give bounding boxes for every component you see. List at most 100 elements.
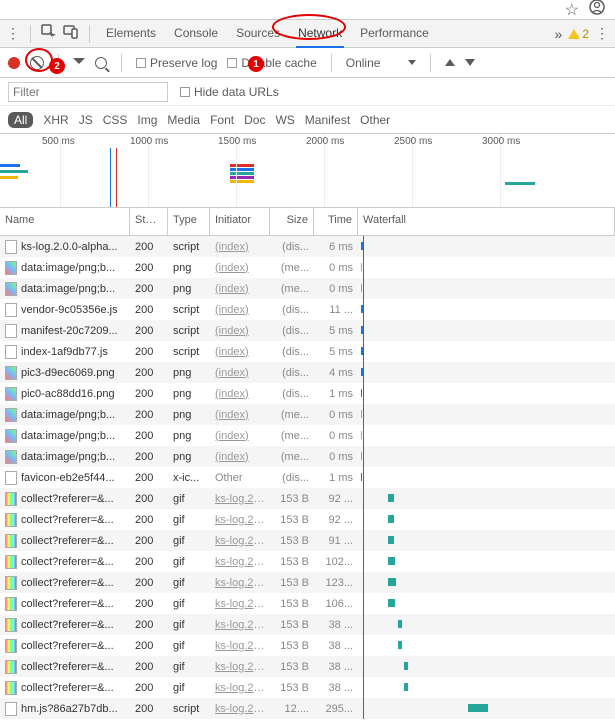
record-button[interactable] (8, 57, 20, 69)
hide-data-urls-checkbox[interactable]: Hide data URLs (180, 85, 279, 99)
main-menu-icon[interactable]: ⋮ (6, 25, 20, 42)
request-row[interactable]: collect?referer=&...200gifks-log.2....15… (0, 593, 615, 614)
request-name: collect?referer=&... (21, 598, 114, 610)
request-row[interactable]: ks-log.2.0.0-alpha...200script(index)(di… (0, 236, 615, 257)
request-initiator[interactable]: ks-log.2.... (210, 640, 270, 652)
request-initiator[interactable]: (index) (210, 409, 270, 421)
request-initiator[interactable]: (index) (210, 451, 270, 463)
request-waterfall (358, 320, 615, 341)
request-initiator[interactable]: ks-log.2.... (210, 556, 270, 568)
request-initiator[interactable]: ks-log.2.... (210, 619, 270, 631)
request-row[interactable]: collect?referer=&...200gifks-log.2....15… (0, 656, 615, 677)
warning-badge[interactable]: 2 (568, 27, 589, 41)
upload-har-icon[interactable] (445, 59, 455, 66)
filter-toggle-icon[interactable] (73, 58, 85, 68)
request-initiator[interactable]: ks-log.2.... (210, 577, 270, 589)
request-row[interactable]: data:image/png;b...200png(index)(me...0 … (0, 404, 615, 425)
request-time: 4 ms (314, 367, 358, 379)
tab-elements[interactable]: Elements (104, 20, 158, 48)
type-filter-font[interactable]: Font (210, 113, 234, 127)
request-initiator[interactable]: (index) (210, 325, 270, 337)
request-row[interactable]: collect?referer=&...200gifks-log.2....15… (0, 572, 615, 593)
type-filter-js[interactable]: JS (79, 113, 93, 127)
type-filter-other[interactable]: Other (360, 113, 390, 127)
request-initiator[interactable]: (index) (210, 283, 270, 295)
request-initiator[interactable]: (index) (210, 262, 270, 274)
file-js-icon (5, 303, 17, 317)
download-har-icon[interactable] (465, 59, 475, 66)
file-gif-icon (5, 576, 17, 590)
request-initiator[interactable]: ks-log.2.... (210, 703, 270, 715)
request-row[interactable]: collect?referer=&...200gifks-log.2....15… (0, 614, 615, 635)
request-row[interactable]: data:image/png;b...200png(index)(me...0 … (0, 446, 615, 467)
request-initiator[interactable]: (index) (210, 430, 270, 442)
request-size: (me... (270, 262, 314, 274)
request-row[interactable]: pic0-ac88dd16.png200png(index)(dis...1 m… (0, 383, 615, 404)
request-row[interactable]: favicon-eb2e5f44...200x-ic...Other(dis..… (0, 467, 615, 488)
type-filter-img[interactable]: Img (137, 113, 157, 127)
overview-timeline[interactable]: 500 ms1000 ms1500 ms2000 ms2500 ms3000 m… (0, 134, 615, 208)
request-initiator[interactable]: ks-log.2.... (210, 598, 270, 610)
request-type-filters: All XHR JS CSS Img Media Font Doc WS Manifest Othe… (0, 106, 615, 134)
request-row[interactable]: index-1af9db77.js200script(index)(dis...… (0, 341, 615, 362)
request-row[interactable]: hm.js?86a27b7db...200scriptks-log.2....1… (0, 698, 615, 719)
header-name[interactable]: Name (0, 208, 130, 235)
bookmark-star-icon[interactable]: ☆ (565, 0, 579, 20)
request-row[interactable]: manifest-20c7209...200script(index)(dis.… (0, 320, 615, 341)
request-row[interactable]: collect?referer=&...200gifks-log.2....15… (0, 551, 615, 572)
type-filter-ws[interactable]: WS (275, 113, 294, 127)
request-name: favicon-eb2e5f44... (21, 472, 115, 484)
request-name: data:image/png;b... (21, 262, 115, 274)
request-initiator[interactable]: ks-log.2.... (210, 682, 270, 694)
checkbox-icon (136, 58, 146, 68)
disable-cache-checkbox[interactable]: Disable cache (227, 56, 316, 70)
more-tabs-icon[interactable]: » (555, 26, 563, 42)
header-status[interactable]: Stat... (130, 208, 168, 235)
request-row[interactable]: data:image/png;b...200png(index)(me...0 … (0, 257, 615, 278)
type-filter-media[interactable]: Media (167, 113, 200, 127)
request-row[interactable]: collect?referer=&...200gifks-log.2....15… (0, 509, 615, 530)
timeline-tick: 2000 ms (306, 136, 344, 147)
request-initiator[interactable]: (index) (210, 304, 270, 316)
type-filter-manifest[interactable]: Manifest (305, 113, 350, 127)
device-toggle-icon[interactable] (63, 24, 79, 43)
header-initiator[interactable]: Initiator (210, 208, 270, 235)
settings-menu-icon[interactable]: ⋮ (595, 25, 609, 42)
header-size[interactable]: Size (270, 208, 314, 235)
request-initiator[interactable]: Other (210, 472, 270, 484)
tab-performance[interactable]: Performance (358, 20, 431, 48)
request-row[interactable]: pic3-d9ec6069.png200png(index)(dis...4 m… (0, 362, 615, 383)
request-initiator[interactable]: (index) (210, 346, 270, 358)
request-initiator[interactable]: ks-log.2.... (210, 514, 270, 526)
request-initiator[interactable]: (index) (210, 367, 270, 379)
header-type[interactable]: Type (168, 208, 210, 235)
request-row[interactable]: collect?referer=&...200gifks-log.2....15… (0, 530, 615, 551)
tab-console[interactable]: Console (172, 20, 220, 48)
request-initiator[interactable]: ks-log.2.... (210, 535, 270, 547)
header-time[interactable]: Time (314, 208, 358, 235)
request-row[interactable]: data:image/png;b...200png(index)(me...0 … (0, 425, 615, 446)
header-waterfall[interactable]: Waterfall (358, 208, 615, 235)
filter-input[interactable] (8, 82, 168, 102)
type-filter-css[interactable]: CSS (103, 113, 128, 127)
request-initiator[interactable]: ks-log.2.... (210, 493, 270, 505)
request-row[interactable]: data:image/png;b...200png(index)(me...0 … (0, 278, 615, 299)
request-initiator[interactable]: (index) (210, 388, 270, 400)
request-time: 91 ... (314, 535, 358, 547)
request-row[interactable]: collect?referer=&...200gifks-log.2....15… (0, 677, 615, 698)
type-filter-all[interactable]: All (8, 112, 33, 128)
preserve-log-checkbox[interactable]: Preserve log (136, 56, 217, 70)
request-row[interactable]: vendor-9c05356e.js200script(index)(dis..… (0, 299, 615, 320)
request-initiator[interactable]: ks-log.2.... (210, 661, 270, 673)
request-row[interactable]: collect?referer=&...200gifks-log.2....15… (0, 635, 615, 656)
type-filter-xhr[interactable]: XHR (43, 113, 68, 127)
type-filter-doc[interactable]: Doc (244, 113, 265, 127)
throttling-select[interactable]: Online (346, 56, 417, 70)
request-initiator[interactable]: (index) (210, 241, 270, 253)
request-status: 200 (130, 640, 168, 652)
search-icon[interactable] (95, 57, 107, 69)
profile-avatar-icon[interactable] (589, 0, 605, 20)
request-status: 200 (130, 325, 168, 337)
request-row[interactable]: collect?referer=&...200gifks-log.2....15… (0, 488, 615, 509)
inspect-element-icon[interactable] (41, 24, 57, 43)
